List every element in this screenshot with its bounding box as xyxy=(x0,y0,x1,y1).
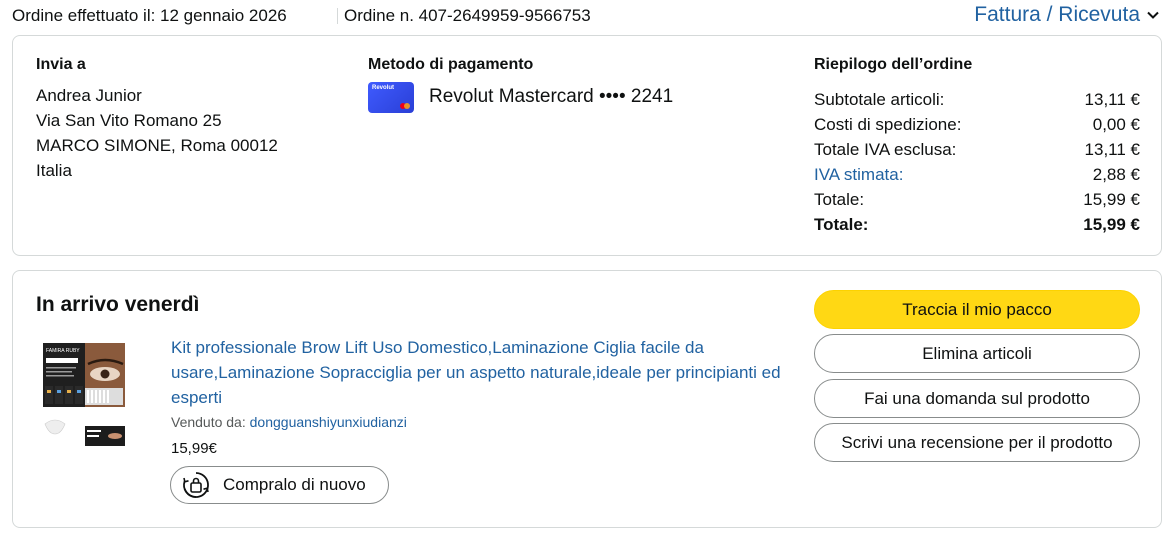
summary-label: Costi di spedizione: xyxy=(814,115,962,134)
summary-value: 0,00 € xyxy=(1092,115,1140,134)
invoice-link-label: Fattura / Ricevuta xyxy=(974,3,1140,26)
remove-items-button[interactable]: Elimina articoli xyxy=(814,334,1140,373)
product-title-link[interactable]: Kit professionale Brow Lift Uso Domestic… xyxy=(171,335,796,410)
payment-method: Revolut Mastercard •••• 2241 xyxy=(429,86,674,107)
summary-label: Totale IVA esclusa: xyxy=(814,140,957,159)
order-header: Ordine effettuato il: 12 gennaio 2026 Or… xyxy=(12,0,1162,32)
address-line: MARCO SIMONE, Roma 00012 xyxy=(36,136,278,155)
mastercard-logo-icon xyxy=(400,103,410,109)
summary-label: Totale: xyxy=(814,190,865,209)
grand-total-value: 15,99 € xyxy=(1083,215,1140,234)
order-date: Ordine effettuato il: 12 gennaio 2026 xyxy=(12,6,287,25)
summary-value: 13,11 € xyxy=(1084,140,1140,159)
header-divider xyxy=(337,8,338,24)
sold-by-label: Venduto da: xyxy=(171,414,246,430)
summary-row: Totale IVA esclusa: 13,11 € xyxy=(814,140,1140,162)
revolut-mastercard-icon: Revolut xyxy=(368,82,414,113)
summary-row: Costi di spedizione: 0,00 € xyxy=(814,115,1140,137)
sold-by: Venduto da: dongguanshiyunxiudianzi xyxy=(171,414,407,430)
ask-product-question-button[interactable]: Fai una domanda sul prodotto xyxy=(814,379,1140,418)
summary-value: 2,88 € xyxy=(1092,165,1140,184)
product-price: 15,99€ xyxy=(171,440,217,457)
summary-title: Riepilogo dell’ordine xyxy=(814,56,973,73)
product-image[interactable]: FAMIRA RUBY xyxy=(41,340,127,448)
seller-link[interactable]: dongguanshiyunxiudianzi xyxy=(250,414,407,430)
summary-value: 13,11 € xyxy=(1084,90,1140,109)
summary-label: Subtotale articoli: xyxy=(814,90,945,109)
invoice-link[interactable]: Fattura / Ricevuta xyxy=(974,3,1160,27)
svg-text:FAMIRA RUBY: FAMIRA RUBY xyxy=(46,348,80,354)
buy-again-icon xyxy=(183,472,209,498)
summary-row: Subtotale articoli: 13,11 € xyxy=(814,90,1140,112)
grand-total-label: Totale: xyxy=(814,215,869,234)
track-package-button[interactable]: Traccia il mio pacco xyxy=(814,290,1140,329)
order-info-card: Invia a Andrea Junior Via San Vito Roman… xyxy=(12,35,1162,256)
address-line: Via San Vito Romano 25 xyxy=(36,111,222,130)
buy-again-button[interactable]: Compralo di nuovo xyxy=(170,466,389,504)
address-line: Italia xyxy=(36,161,72,180)
shipping-title: Invia a xyxy=(36,56,86,73)
address-line: Andrea Junior xyxy=(36,86,142,105)
estimated-vat-link[interactable]: IVA stimata: xyxy=(814,165,903,185)
buy-again-label: Compralo di nuovo xyxy=(223,475,366,494)
order-number: Ordine n. 407-2649959-9566753 xyxy=(344,6,591,25)
card-brand-text: Revolut xyxy=(372,85,395,91)
write-review-button[interactable]: Scrivi una recensione per il prodotto xyxy=(814,423,1140,462)
summary-row: Totale: 15,99 € xyxy=(814,190,1140,212)
summary-value: 15,99 € xyxy=(1083,190,1140,209)
chevron-down-icon xyxy=(1147,11,1159,19)
summary-row: IVA stimata: 2,88 € xyxy=(814,165,1140,187)
delivery-status-title: In arrivo venerdì xyxy=(36,293,200,316)
payment-title: Metodo di pagamento xyxy=(368,56,534,73)
summary-grand-total-row: Totale: 15,99 € xyxy=(814,215,1140,237)
shipment-card: In arrivo venerdì FAMIRA RUBY Kit profes… xyxy=(12,270,1162,528)
